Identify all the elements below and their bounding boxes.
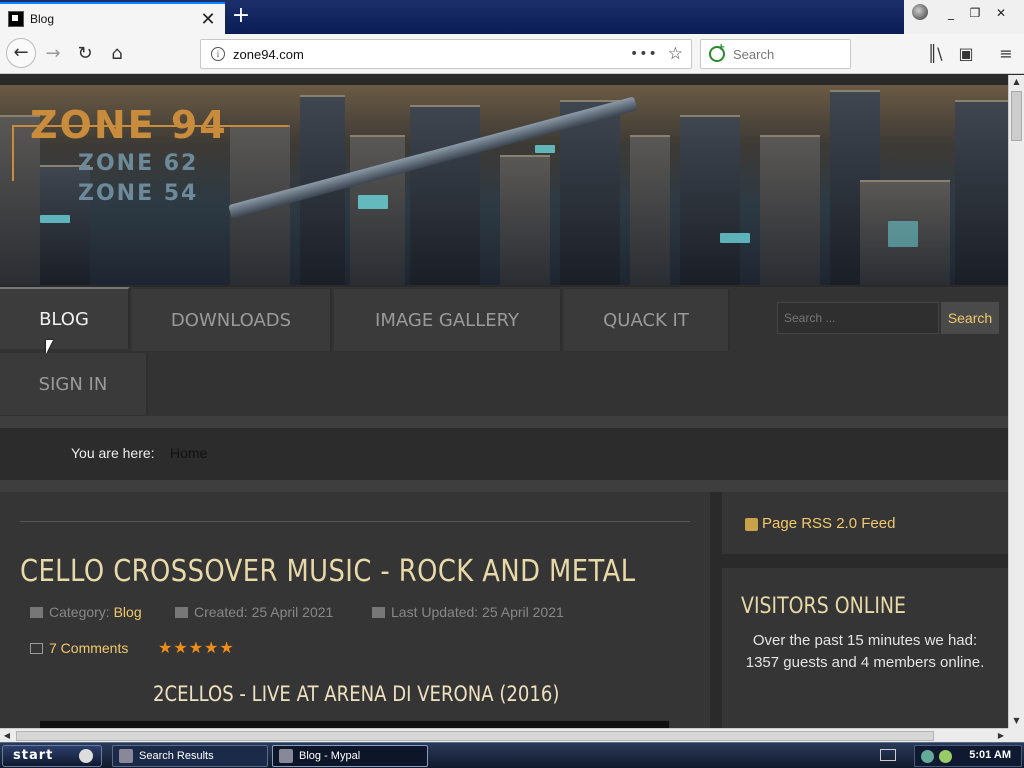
- comment-icon: [30, 643, 43, 654]
- visitors-title: VISITORS ONLINE: [741, 594, 907, 619]
- network-icon[interactable]: [921, 750, 934, 763]
- clock[interactable]: 5:01 AM: [969, 749, 1011, 761]
- calendar-icon: [372, 607, 385, 618]
- site-favicon-icon: [8, 11, 24, 27]
- browser-icon: [279, 749, 293, 763]
- scroll-right-arrow-icon[interactable]: ▶: [994, 729, 1008, 743]
- document-icon: [119, 749, 133, 763]
- breadcrumb-label: You are here:: [71, 445, 155, 461]
- mouse-cursor: [46, 340, 53, 354]
- article-divider: [20, 521, 690, 522]
- site-banner: ZONE 94 ZONE 62 ZONE 54: [0, 85, 1008, 285]
- video-title: 2CELLOS - LIVE AT ARENA DI VERONA (2016): [153, 682, 560, 706]
- article-updated: Last Updated: 25 April 2021: [372, 604, 564, 620]
- volume-icon[interactable]: [939, 750, 952, 763]
- category-link[interactable]: Blog: [114, 604, 142, 620]
- keyboard-icon[interactable]: [880, 749, 896, 761]
- globe-icon: [912, 4, 928, 20]
- url-text[interactable]: zone94.com: [233, 47, 630, 62]
- horizontal-scroll-thumb[interactable]: [16, 731, 934, 741]
- logo-zone-54: ZONE 54: [78, 181, 199, 206]
- breadcrumb-home: Home: [170, 445, 208, 461]
- close-tab-icon[interactable]: ✕: [199, 9, 217, 30]
- restore-button[interactable]: ❐: [962, 6, 988, 20]
- rss-module: Page RSS 2.0 Feed: [722, 492, 1008, 554]
- navigation-toolbar: ← → ↻ ⌂ i zone94.com ••• ☆ Search ║\ ▣ ≡: [0, 34, 1024, 74]
- site-search-button[interactable]: Search: [941, 302, 999, 334]
- home-icon[interactable]: ⌂: [104, 42, 130, 66]
- address-bar[interactable]: i zone94.com ••• ☆: [200, 39, 692, 69]
- site-search-input[interactable]: Search ...: [777, 302, 939, 334]
- taskbar-item-search-results[interactable]: Search Results: [112, 745, 268, 767]
- video-embed[interactable]: [40, 721, 669, 728]
- article: CELLO CROSSOVER MUSIC - ROCK AND METAL C…: [0, 492, 710, 728]
- bookmark-star-icon[interactable]: ☆: [668, 44, 683, 64]
- tab-blog[interactable]: Blog ✕: [0, 2, 225, 34]
- system-tray: 5:01 AM: [914, 745, 1022, 767]
- reload-button[interactable]: ↻: [72, 42, 98, 66]
- divider: [0, 416, 1008, 428]
- minimize-button[interactable]: _: [938, 6, 964, 20]
- visitors-module: VISITORS ONLINE Over the past 15 minutes…: [722, 568, 1008, 728]
- vertical-scroll-thumb[interactable]: [1011, 91, 1022, 141]
- logo-zone-62: ZONE 62: [78, 151, 199, 176]
- browser-search-placeholder: Search: [733, 46, 775, 62]
- menu-item-quack-it[interactable]: QUACK IT: [564, 289, 730, 351]
- scroll-corner: [1008, 728, 1024, 742]
- page-actions-icon[interactable]: •••: [630, 46, 658, 62]
- menu-item-image-gallery[interactable]: IMAGE GALLERY: [334, 289, 562, 351]
- start-logo-icon: [79, 749, 93, 763]
- scroll-down-arrow-icon[interactable]: ▼: [1009, 714, 1024, 728]
- close-window-button[interactable]: ✕: [988, 6, 1014, 20]
- rss-icon: [745, 518, 758, 531]
- menu-item-blog[interactable]: BLOG: [0, 287, 130, 349]
- library-icon[interactable]: ║\: [924, 44, 946, 63]
- site-logo[interactable]: ZONE 94: [30, 103, 228, 147]
- forward-button[interactable]: →: [40, 42, 66, 66]
- tab-strip: Blog ✕ + _ ❐ ✕: [0, 0, 1024, 34]
- breadcrumb: You are here: Home: [0, 428, 1008, 480]
- new-tab-button[interactable]: +: [230, 4, 252, 28]
- rating-stars[interactable]: ★★★★★: [158, 638, 235, 657]
- divider: [0, 480, 1008, 492]
- scroll-up-arrow-icon[interactable]: ▲: [1009, 75, 1024, 89]
- taskbar: start Search Results Blog - Mypal 5:01 A…: [0, 742, 1024, 768]
- search-engine-icon[interactable]: [709, 42, 725, 62]
- info-icon[interactable]: i: [211, 47, 225, 61]
- taskbar-item-blog-mypal[interactable]: Blog - Mypal: [272, 745, 428, 767]
- sidebar-toggle-icon[interactable]: ▣: [955, 44, 977, 63]
- page-viewport: ZONE 94 ZONE 62 ZONE 54 BLOG DOWNLOADS I…: [0, 75, 1008, 728]
- article-category: Category: Blog: [30, 604, 142, 620]
- vertical-scrollbar[interactable]: ▲ ▼: [1008, 75, 1024, 728]
- scroll-left-arrow-icon[interactable]: ◀: [0, 729, 14, 743]
- main-menu: BLOG DOWNLOADS IMAGE GALLERY QUACK IT SI…: [0, 287, 1008, 417]
- article-created: Created: 25 April 2021: [175, 604, 333, 620]
- horizontal-scrollbar[interactable]: ◀ ▶: [0, 728, 1008, 742]
- rss-feed-link[interactable]: Page RSS 2.0 Feed: [762, 515, 895, 532]
- menu-item-sign-in[interactable]: SIGN IN: [0, 353, 148, 415]
- comments-link[interactable]: 7 Comments: [30, 640, 128, 656]
- calendar-icon: [175, 607, 188, 618]
- start-button[interactable]: start: [2, 745, 102, 767]
- hamburger-menu-icon[interactable]: ≡: [995, 44, 1017, 63]
- article-title[interactable]: CELLO CROSSOVER MUSIC - ROCK AND METAL: [20, 554, 636, 589]
- folder-icon: [30, 607, 43, 618]
- menu-item-downloads[interactable]: DOWNLOADS: [132, 289, 332, 351]
- back-button[interactable]: ←: [6, 38, 36, 68]
- tab-title: Blog: [30, 12, 55, 26]
- browser-search-input[interactable]: Search: [700, 39, 851, 69]
- visitors-text: Over the past 15 minutes we had: 1357 gu…: [745, 632, 985, 671]
